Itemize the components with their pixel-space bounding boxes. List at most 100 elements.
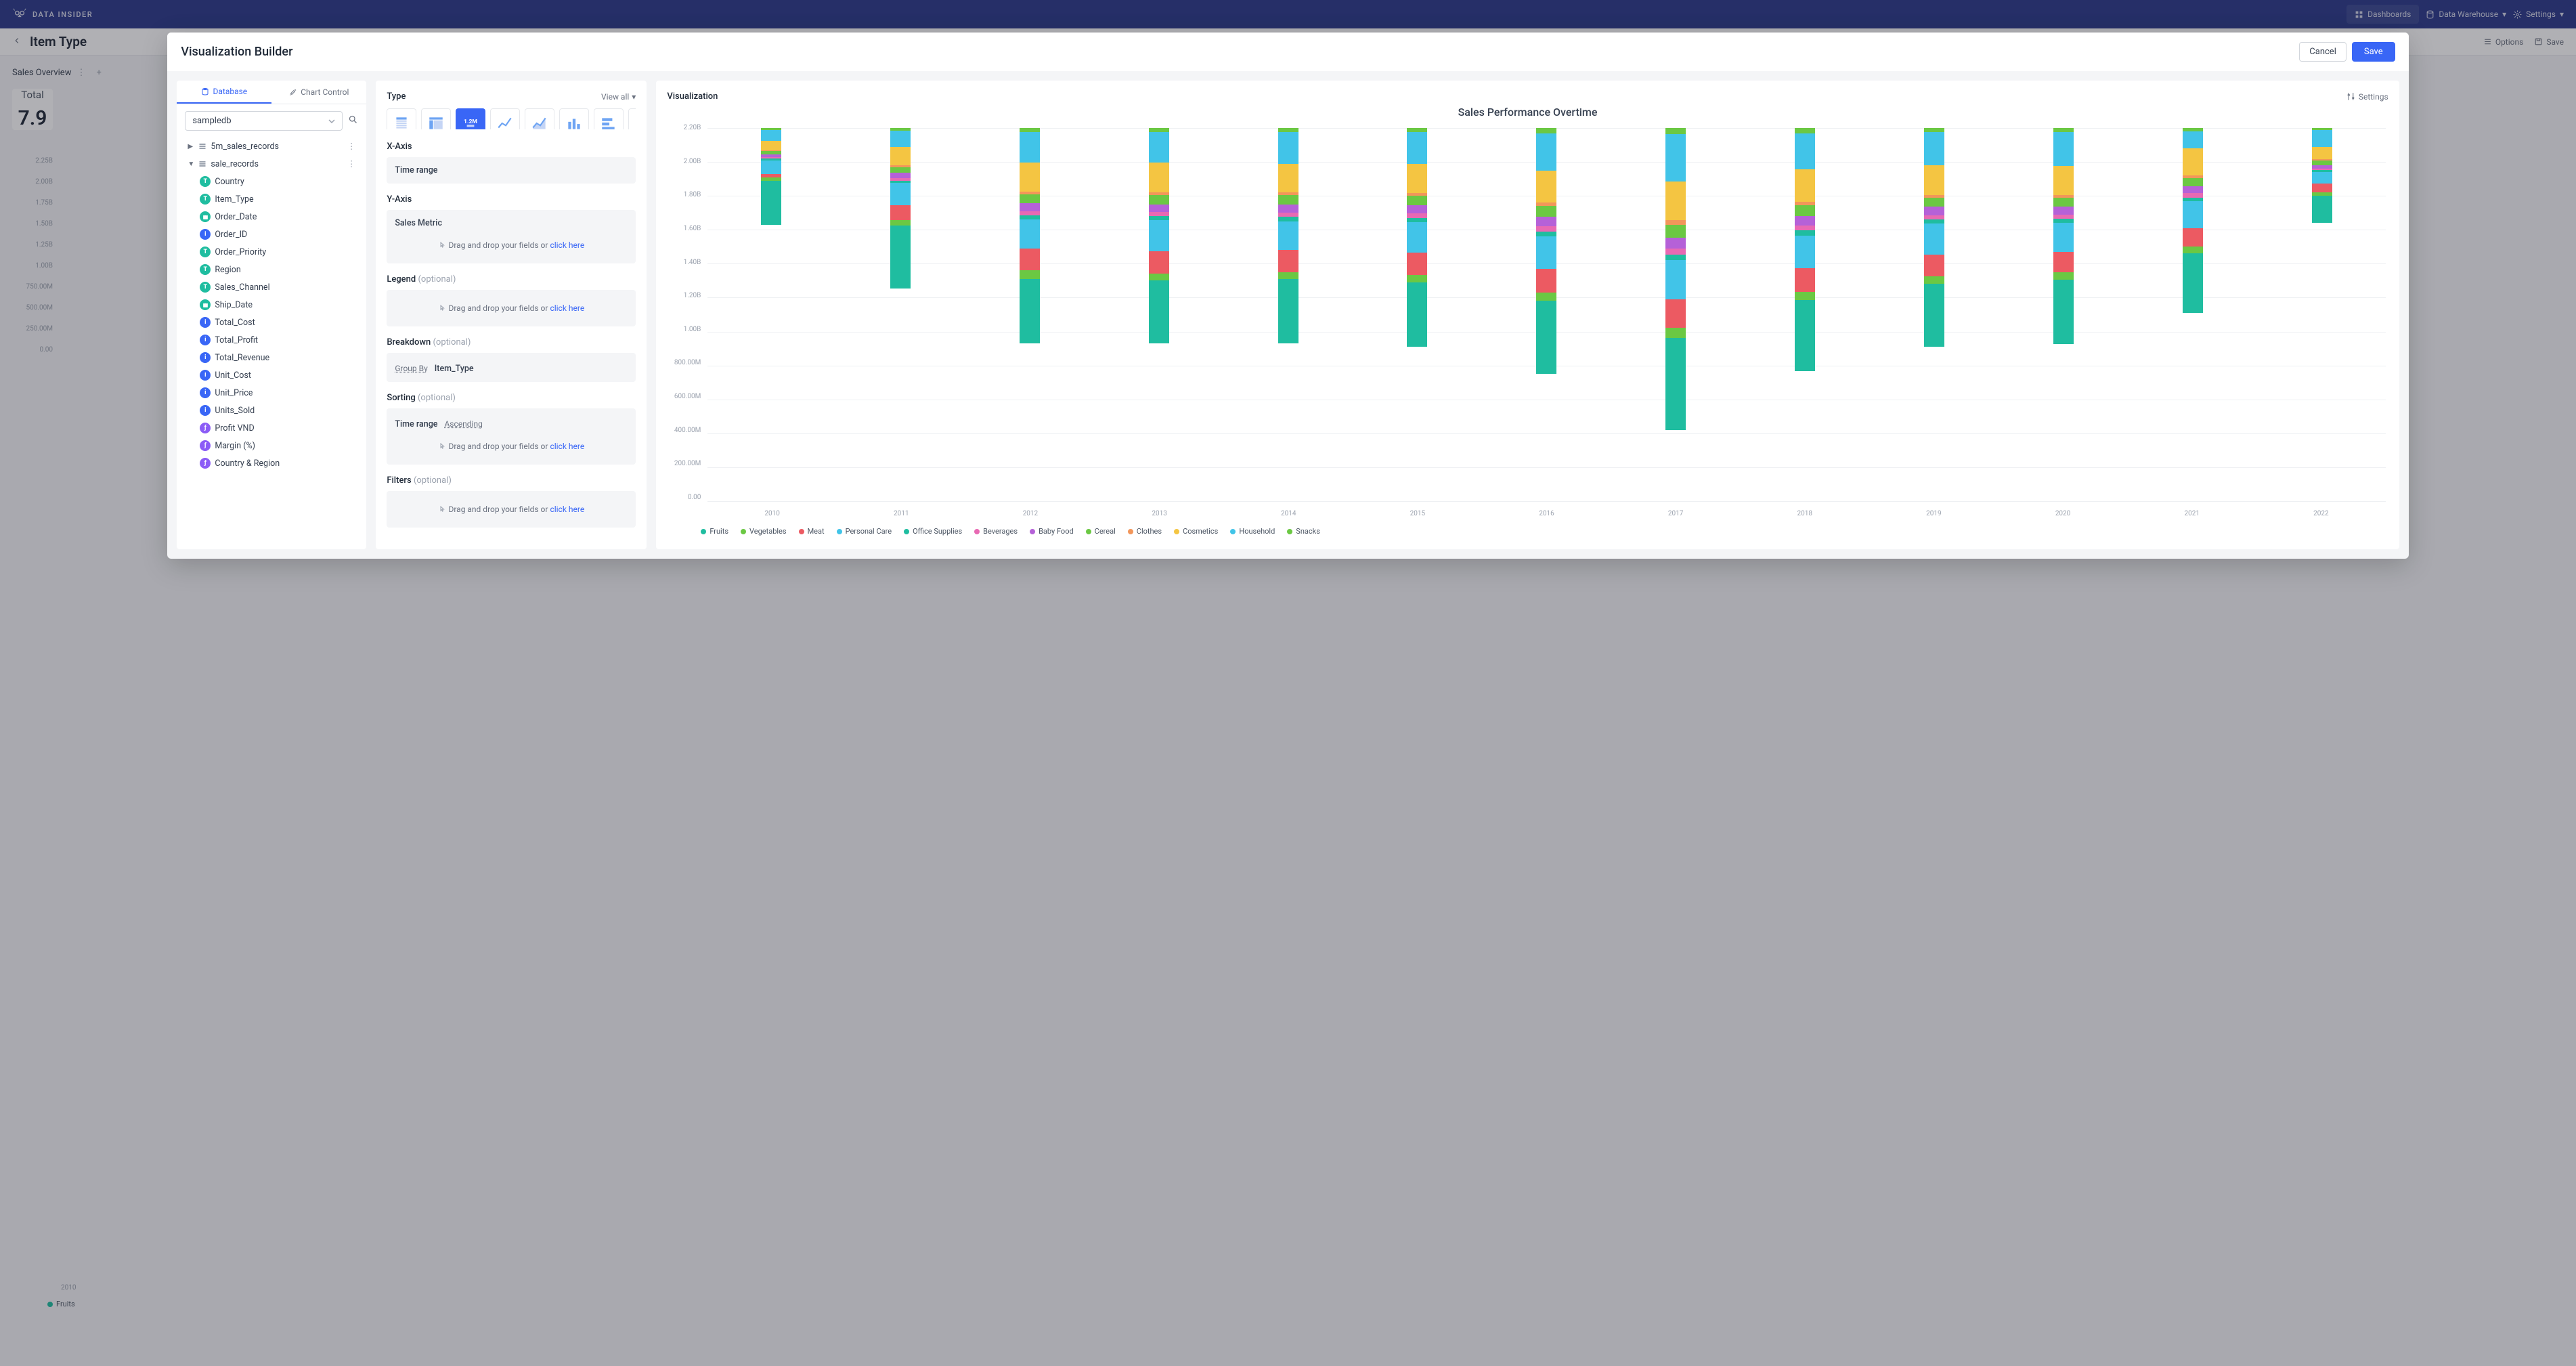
- tab-database[interactable]: Database: [177, 81, 271, 104]
- legend-item[interactable]: Snacks: [1287, 527, 1320, 536]
- legend-item[interactable]: Clothes: [1128, 527, 1162, 536]
- bar-column[interactable]: [2312, 128, 2332, 501]
- field-node[interactable]: iTotal_Revenue: [185, 349, 358, 366]
- bar-column[interactable]: [1665, 128, 1686, 501]
- legend-item[interactable]: Beverages: [974, 527, 1018, 536]
- bar-column[interactable]: [2183, 128, 2203, 501]
- bar-segment: [1795, 292, 1815, 301]
- field-node[interactable]: ƒMargin (%): [185, 437, 358, 454]
- field-node[interactable]: iUnits_Sold: [185, 402, 358, 419]
- legend-dropzone[interactable]: Drag and drop your fields or click here: [387, 290, 636, 326]
- bar-segment: [1795, 216, 1815, 226]
- pointer-icon: [438, 443, 446, 451]
- filters-dropzone[interactable]: Drag and drop your fields or click here: [387, 491, 636, 528]
- field-node[interactable]: ƒProfit VND: [185, 419, 358, 437]
- sorting-dropzone[interactable]: Time range Ascending Drag and drop your …: [387, 408, 636, 465]
- chart-type-list: 1.2M: [387, 108, 636, 129]
- click-here-link[interactable]: click here: [550, 303, 584, 313]
- bar-segment: [761, 181, 781, 225]
- legend-label: Vegetables: [749, 527, 787, 536]
- sorting-pill[interactable]: Time range: [395, 419, 437, 429]
- xaxis-dropzone[interactable]: Time range: [387, 157, 636, 184]
- viz-settings-button[interactable]: Settings: [2346, 92, 2388, 102]
- legend-item[interactable]: Cosmetics: [1174, 527, 1218, 536]
- number-field-icon: i: [200, 352, 211, 363]
- view-all-link[interactable]: View all ▾: [601, 92, 636, 102]
- legend-item[interactable]: Personal Care: [837, 527, 892, 536]
- save-button[interactable]: Save: [2352, 42, 2395, 62]
- bar-column[interactable]: [1924, 128, 1944, 501]
- chart-type-lollipop[interactable]: [628, 108, 636, 129]
- field-name: Profit VND: [215, 423, 254, 433]
- bar-column[interactable]: [2053, 128, 2074, 501]
- breakdown-dropzone[interactable]: Group By Item_Type: [387, 353, 636, 382]
- chart-type-area[interactable]: [525, 108, 554, 129]
- legend-item[interactable]: Office Supplies: [904, 527, 962, 536]
- x-tick: 2011: [837, 510, 966, 517]
- search-icon[interactable]: [348, 114, 358, 127]
- bar-column[interactable]: [1020, 128, 1040, 501]
- field-node[interactable]: TSales_Channel: [185, 278, 358, 296]
- bar-column[interactable]: [761, 128, 781, 501]
- cancel-button[interactable]: Cancel: [2299, 42, 2346, 62]
- bar-column[interactable]: [1407, 128, 1427, 501]
- sorting-direction[interactable]: Ascending: [444, 419, 482, 429]
- legend-item[interactable]: Meat: [799, 527, 825, 536]
- bar-segment: [890, 173, 911, 178]
- table-node[interactable]: ▶ 5m_sales_records ⋮: [185, 137, 358, 155]
- database-search-input[interactable]: [185, 111, 343, 131]
- xaxis-pill[interactable]: Time range: [395, 165, 628, 175]
- bar-column[interactable]: [1149, 128, 1169, 501]
- field-node[interactable]: Ship_Date: [185, 296, 358, 314]
- more-icon[interactable]: ⋮: [347, 158, 356, 169]
- breakdown-value[interactable]: Item_Type: [435, 364, 474, 374]
- field-node[interactable]: iTotal_Profit: [185, 331, 358, 349]
- field-node[interactable]: Order_Date: [185, 208, 358, 226]
- visualization-panel: Visualization Settings Sales Performance…: [656, 81, 2399, 549]
- bar-column[interactable]: [1278, 128, 1298, 501]
- field-node[interactable]: iUnit_Cost: [185, 366, 358, 384]
- chart-type-bar[interactable]: [594, 108, 624, 129]
- tab-chart-control[interactable]: Chart Control: [271, 81, 366, 104]
- legend-item[interactable]: Household: [1230, 527, 1275, 536]
- field-node[interactable]: iUnit_Price: [185, 384, 358, 402]
- bar-segment: [1665, 260, 1686, 299]
- sliders-icon: [2346, 92, 2355, 101]
- chart-type-table[interactable]: [387, 108, 416, 129]
- breakdown-group[interactable]: Group By: [395, 364, 427, 373]
- number-field-icon: i: [200, 229, 211, 240]
- field-name: Item_Type: [215, 194, 253, 205]
- legend-label: Legend (optional): [387, 274, 636, 284]
- click-here-link[interactable]: click here: [550, 240, 584, 250]
- chart-type-column[interactable]: [559, 108, 589, 129]
- field-node[interactable]: TItem_Type: [185, 190, 358, 208]
- legend-item[interactable]: Baby Food: [1030, 527, 1074, 536]
- more-icon[interactable]: ⋮: [347, 141, 356, 152]
- chart-type-line[interactable]: [490, 108, 520, 129]
- field-node[interactable]: i Order_ID: [185, 226, 358, 243]
- bar-column[interactable]: [1795, 128, 1815, 501]
- chart-type-number[interactable]: 1.2M: [456, 108, 485, 129]
- sorting-label: Sorting (optional): [387, 393, 636, 403]
- field-name: Order_ID: [215, 230, 247, 240]
- bar-column[interactable]: [1536, 128, 1556, 501]
- legend-item[interactable]: Vegetables: [741, 527, 787, 536]
- click-here-link[interactable]: click here: [550, 505, 584, 514]
- x-tick: 2020: [1999, 510, 2128, 517]
- field-node[interactable]: TRegion: [185, 261, 358, 278]
- bar-segment: [2053, 223, 2074, 252]
- click-here-link[interactable]: click here: [550, 442, 584, 451]
- chart-type-pivot[interactable]: [421, 108, 451, 129]
- yaxis-dropzone[interactable]: Sales Metric Drag and drop your fields o…: [387, 210, 636, 263]
- bar-group: [707, 128, 2385, 501]
- field-node[interactable]: ƒCountry & Region: [185, 454, 358, 472]
- bar-segment: [1665, 225, 1686, 238]
- legend-item[interactable]: Cereal: [1086, 527, 1116, 536]
- field-node[interactable]: TOrder_Priority: [185, 243, 358, 261]
- field-node[interactable]: iTotal_Cost: [185, 314, 358, 331]
- bar-column[interactable]: [890, 128, 911, 501]
- field-node[interactable]: TCountry: [185, 173, 358, 190]
- table-node[interactable]: ▼ sale_records ⋮: [185, 155, 358, 173]
- legend-item[interactable]: Fruits: [701, 527, 728, 536]
- yaxis-pill[interactable]: Sales Metric: [395, 218, 628, 228]
